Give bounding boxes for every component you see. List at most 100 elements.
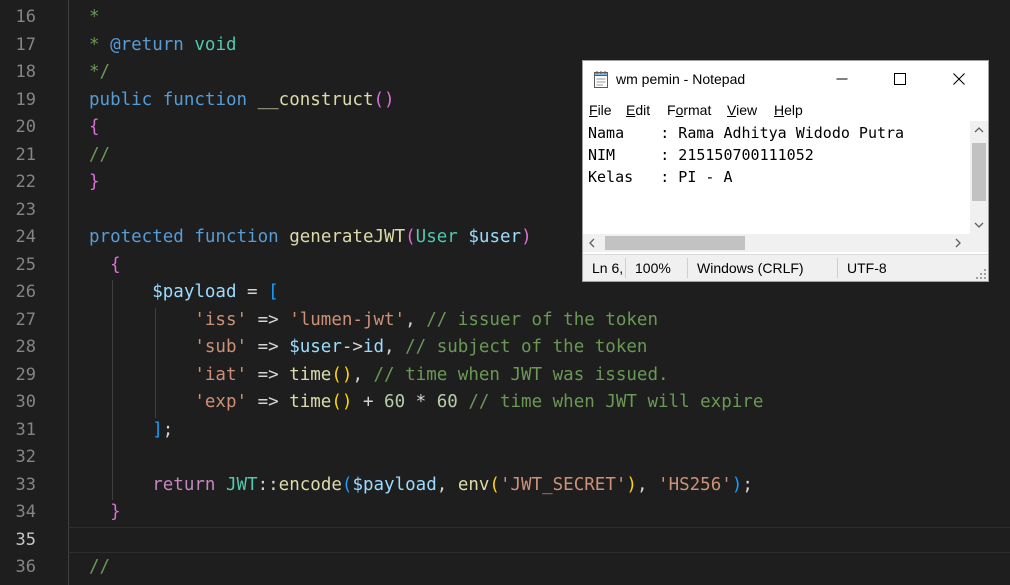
- text-line: NIM : 215150700111052: [588, 146, 814, 164]
- code-text: */: [89, 59, 110, 87]
- notepad-titlebar[interactable]: wm pemin - Notepad: [583, 61, 988, 97]
- code-line[interactable]: 31 ];: [0, 417, 1010, 445]
- code-token: ,: [405, 309, 427, 330]
- code-token: //: [89, 144, 111, 165]
- horizontal-scrollbar[interactable]: [583, 234, 970, 252]
- scroll-right-button[interactable]: [949, 234, 967, 252]
- line-number: 24: [15, 227, 36, 247]
- minimize-button[interactable]: [819, 61, 865, 97]
- code-token: 'exp': [194, 392, 248, 412]
- code-token: // time when JWT was issued.: [373, 364, 669, 385]
- code-token: ,: [384, 337, 406, 357]
- vertical-scrollbar[interactable]: [970, 121, 988, 234]
- line-number: 34: [15, 502, 36, 522]
- code-token: ): [731, 474, 743, 495]
- status-cursor-position: Ln 6,: [592, 260, 624, 276]
- code-line[interactable]: 27 'iss' => 'lumen-jwt', // issuer of th…: [0, 307, 1010, 335]
- line-number: 28: [15, 337, 36, 357]
- scroll-left-button[interactable]: [583, 234, 601, 252]
- line-number: 19: [15, 89, 36, 110]
- code-text: //: [89, 554, 110, 582]
- code-line[interactable]: 35: [0, 527, 1010, 555]
- code-line[interactable]: 34 }: [0, 499, 1010, 527]
- line-number: 21: [15, 144, 36, 165]
- code-line[interactable]: 26 $payload = [: [0, 279, 1010, 307]
- code-token: (): [373, 89, 395, 110]
- menu-file[interactable]: File: [589, 97, 612, 121]
- code-token: ::: [257, 474, 279, 495]
- code-token: protected: [89, 227, 184, 247]
- line-number: 25: [15, 254, 36, 275]
- line-number: 31: [15, 419, 36, 440]
- code-token: time: [289, 364, 332, 385]
- notepad-text-area[interactable]: Nama : Rama Adhitya Widodo Putra NIM : 2…: [583, 121, 970, 234]
- code-token: ]: [152, 419, 163, 440]
- code-token: {: [110, 254, 121, 275]
- code-token: 'HS256': [658, 474, 732, 495]
- line-number: 26: [15, 282, 36, 302]
- code-token: (): [331, 392, 353, 412]
- scroll-down-button[interactable]: [970, 216, 988, 234]
- chevron-down-icon: [974, 222, 984, 228]
- code-token: *: [89, 7, 100, 27]
- code-line[interactable]: 29 'iat' => time(), // time when JWT was…: [0, 362, 1010, 390]
- notepad-menubar: File Edit Format View Help: [583, 97, 988, 121]
- menu-format[interactable]: Format: [667, 97, 711, 121]
- code-line[interactable]: 17 * @return void: [0, 32, 1010, 60]
- code-token: =>: [247, 337, 290, 357]
- line-number: 27: [15, 309, 36, 330]
- close-button[interactable]: [936, 61, 982, 97]
- code-line[interactable]: 16 *: [0, 4, 1010, 32]
- code-line[interactable]: 30 'exp' => time() + 60 * 60 // time whe…: [0, 389, 1010, 417]
- code-token: 'lumen-jwt': [289, 309, 406, 330]
- code-token: 'iat': [194, 364, 248, 385]
- notepad-window[interactable]: wm pemin - Notepad File Edit Format View…: [582, 60, 989, 282]
- code-token: (: [489, 474, 500, 495]
- code-line[interactable]: 33 return JWT::encode($payload, env('JWT…: [0, 472, 1010, 500]
- code-line[interactable]: 32: [0, 444, 1010, 472]
- close-icon: [953, 73, 965, 85]
- code-token: *: [405, 392, 437, 412]
- menu-edit[interactable]: Edit: [626, 97, 650, 121]
- menu-view[interactable]: View: [727, 97, 757, 121]
- code-token: =: [236, 282, 269, 302]
- line-number: 32: [15, 447, 36, 467]
- scroll-up-button[interactable]: [970, 121, 988, 139]
- resize-grip-icon[interactable]: [976, 269, 986, 279]
- code-text: * @return void: [89, 32, 237, 60]
- code-token: // issuer of the token: [426, 309, 658, 330]
- status-divider: [687, 258, 688, 278]
- text-line: Kelas : PI - A: [588, 168, 733, 186]
- maximize-button[interactable]: [877, 61, 923, 97]
- vertical-scroll-thumb[interactable]: [972, 143, 986, 201]
- chevron-right-icon: [955, 238, 961, 248]
- menu-help[interactable]: Help: [774, 97, 803, 121]
- status-encoding: UTF-8: [847, 260, 887, 276]
- horizontal-scroll-thumb[interactable]: [605, 236, 745, 250]
- code-line[interactable]: 28 'sub' => $user->id, // subject of the…: [0, 334, 1010, 362]
- code-text: {: [89, 114, 100, 142]
- code-text: {: [89, 252, 121, 280]
- code-token: time: [289, 392, 332, 412]
- code-text: return JWT::encode($payload, env('JWT_SE…: [89, 472, 753, 500]
- code-token: ,: [352, 364, 374, 385]
- code-line[interactable]: 36 //: [0, 554, 1010, 582]
- status-divider: [837, 258, 838, 278]
- code-token: 60: [436, 392, 458, 412]
- code-token: JWT: [225, 474, 258, 495]
- code-token: ->: [341, 337, 363, 357]
- code-token: */: [89, 62, 111, 82]
- line-number: 22: [15, 172, 36, 192]
- code-token: function: [194, 227, 279, 247]
- line-number: 18: [15, 62, 36, 82]
- maximize-icon: [894, 73, 906, 85]
- code-token: ): [626, 474, 637, 495]
- code-token: return: [152, 474, 216, 495]
